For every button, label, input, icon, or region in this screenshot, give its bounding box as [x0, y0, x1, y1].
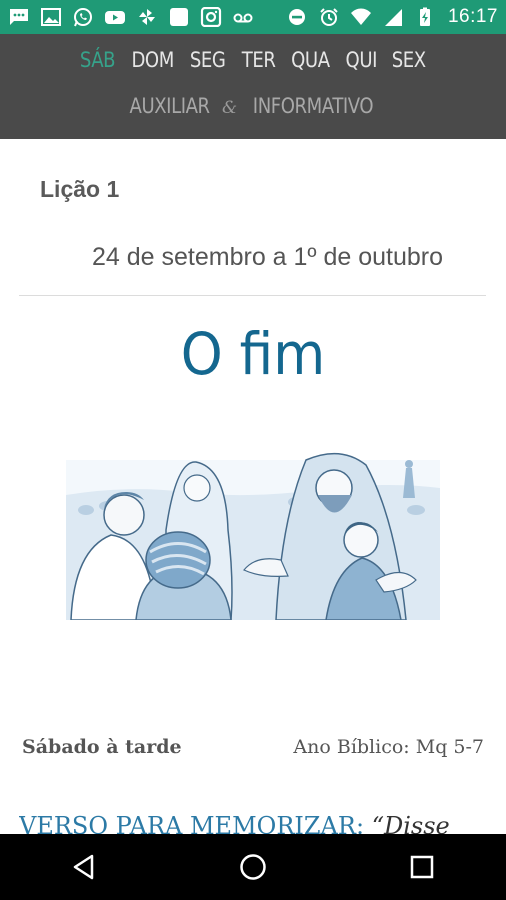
- tab-sab[interactable]: SÁB: [80, 48, 116, 72]
- battery-charging-icon: [414, 7, 436, 27]
- day-label: Sábado à tarde: [22, 736, 182, 758]
- system-icons: 16:17: [286, 6, 498, 28]
- jesus-teaching-disciples-illustration: [66, 440, 440, 621]
- tab-qui[interactable]: QUI: [345, 48, 377, 72]
- recents-button[interactable]: [392, 842, 452, 892]
- memory-verse-text: “Disse: [371, 812, 450, 834]
- divider: [19, 295, 486, 296]
- home-icon: [240, 854, 266, 880]
- recents-icon: [410, 855, 433, 879]
- lesson-label: Lição 1: [40, 176, 120, 202]
- tab-auxiliar[interactable]: AUXILIAR: [129, 94, 210, 118]
- tab-informativo[interactable]: INFORMATIVO: [253, 94, 374, 118]
- android-nav-bar: [0, 834, 506, 900]
- tab-dom[interactable]: DOM: [132, 48, 175, 72]
- day-tabs: SÁB DOM SEG TER QUA QUI SEX: [0, 48, 506, 72]
- top-navigation: SÁB DOM SEG TER QUA QUI SEX AUXILIAR & I…: [0, 34, 506, 139]
- lesson-title: O fim: [180, 320, 326, 388]
- memory-verse-label: VERSO PARA MEMORIZAR:: [19, 812, 365, 834]
- do-not-disturb-icon: [286, 7, 308, 27]
- notification-icons: [8, 7, 254, 27]
- status-bar: 16:17: [0, 0, 506, 34]
- status-time: 16:17: [447, 6, 498, 27]
- memory-verse: VERSO PARA MEMORIZAR: “Disse: [19, 812, 489, 834]
- ampersand: &: [222, 98, 238, 118]
- extra-tabs: AUXILIAR & INFORMATIVO: [0, 94, 506, 118]
- gallery-icon: [40, 7, 62, 27]
- voicemail-icon: [232, 7, 254, 27]
- home-button[interactable]: [223, 842, 283, 892]
- wifi-icon: [350, 7, 372, 27]
- meta-row: Sábado à tarde Ano Bíblico: Mq 5-7: [22, 736, 484, 758]
- lesson-date-range: 24 de setembro a 1º de outubro: [92, 243, 444, 271]
- pinwheel-icon: [136, 7, 158, 27]
- blank-app-icon: [168, 7, 190, 27]
- alarm-icon: [318, 7, 340, 27]
- messages-icon: [8, 7, 30, 27]
- back-button[interactable]: [54, 842, 114, 892]
- youtube-icon: [104, 7, 126, 27]
- tab-sex[interactable]: SEX: [392, 48, 426, 72]
- instagram-icon: [200, 7, 222, 27]
- whatsapp-icon: [72, 7, 94, 27]
- tab-ter[interactable]: TER: [242, 48, 276, 72]
- tab-qua[interactable]: QUA: [291, 48, 330, 72]
- back-icon: [74, 854, 94, 880]
- bible-year: Ano Bíblico: Mq 5-7: [293, 736, 484, 758]
- tab-seg[interactable]: SEG: [190, 48, 226, 72]
- signal-icon: [382, 7, 404, 27]
